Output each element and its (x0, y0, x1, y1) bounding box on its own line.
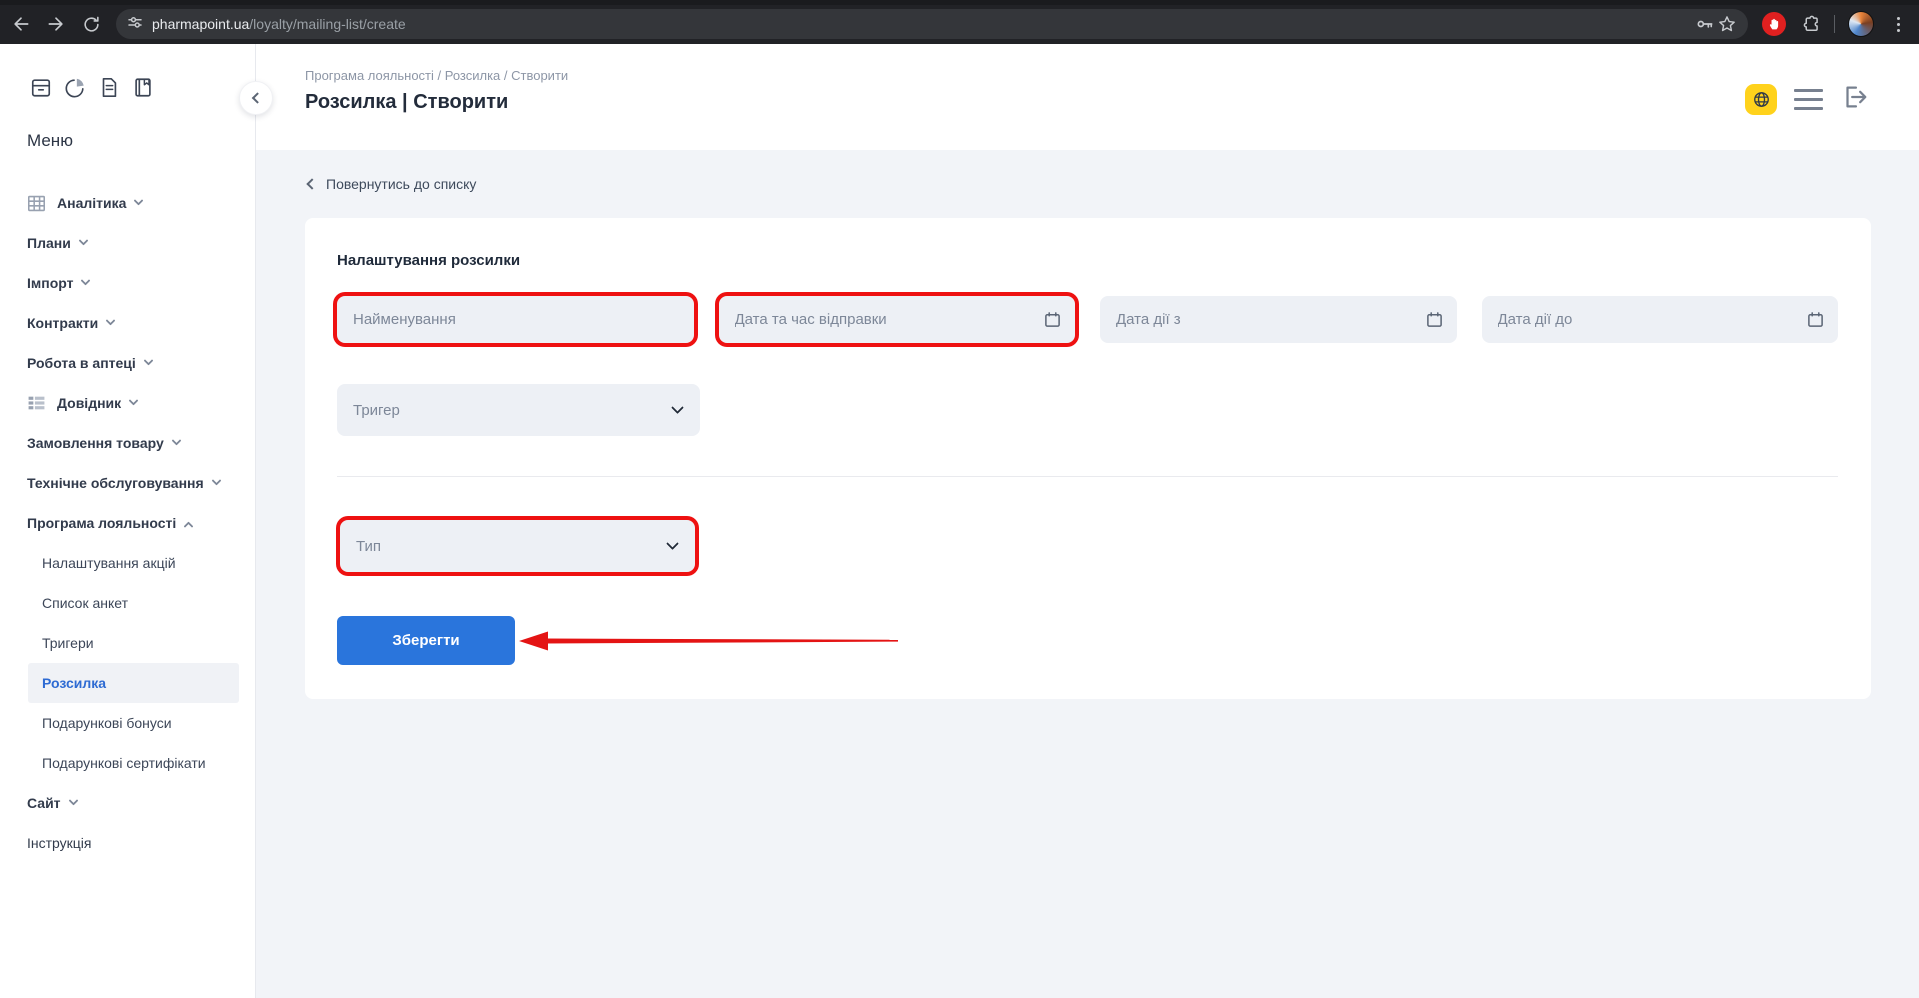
book-icon[interactable] (132, 76, 154, 99)
divider (337, 476, 1838, 477)
sidebar-item-site[interactable]: Сайт (0, 783, 255, 823)
address-bar[interactable]: pharmapoint.ua/loyalty/mailing-list/crea… (116, 9, 1748, 39)
sidebar-item-questionnaire-list[interactable]: Список анкет (28, 583, 239, 623)
chevron-up-icon (184, 521, 194, 531)
extensions-puzzle-icon[interactable] (1799, 13, 1821, 35)
profile-avatar[interactable] (1848, 11, 1874, 37)
bookmark-star-icon[interactable] (1716, 13, 1738, 35)
date-from-input[interactable] (1116, 311, 1418, 328)
mailing-settings-card: Налаштування розсилки (305, 218, 1871, 699)
chevron-down-icon (129, 395, 139, 405)
chevron-down-icon (81, 275, 91, 285)
page-title: Розсилка | Створити (305, 91, 1919, 114)
sidebar-item-analytics[interactable]: Аналітика (0, 183, 255, 223)
sidebar-collapse-button[interactable] (239, 81, 273, 115)
hamburger-menu-icon[interactable] (1794, 89, 1823, 110)
sidebar-item-import[interactable]: Імпорт (0, 263, 255, 303)
date-from-field[interactable] (1100, 296, 1457, 343)
chevron-down-icon (671, 401, 684, 414)
menu-title: Меню (0, 99, 255, 151)
app-header: Програма лояльності / Розсилка / Створит… (256, 44, 1919, 150)
chevron-down-icon (134, 195, 144, 205)
forward-icon[interactable] (45, 13, 67, 35)
chevron-down-icon (666, 537, 679, 550)
chevron-down-icon (78, 235, 88, 245)
chevron-down-icon (106, 315, 116, 325)
trigger-select[interactable]: Тригер (337, 384, 700, 436)
chevron-left-icon (306, 178, 317, 189)
send-datetime-field[interactable] (719, 296, 1076, 343)
back-icon[interactable] (10, 13, 32, 35)
adblock-extension-icon[interactable] (1762, 12, 1786, 36)
chevron-down-icon (143, 355, 153, 365)
sidebar-item-gift-bonuses[interactable]: Подарункові бонуси (28, 703, 239, 743)
browser-toolbar: pharmapoint.ua/loyalty/mailing-list/crea… (0, 0, 1919, 44)
sidebar-item-directory[interactable]: Довідник (0, 383, 255, 423)
sidebar-item-goods-order[interactable]: Замовлення товару (0, 423, 255, 463)
site-settings-icon[interactable] (126, 13, 144, 36)
table-grid-icon (27, 194, 49, 212)
sidebar-item-promo-settings[interactable]: Налаштування акцій (28, 543, 239, 583)
date-to-field[interactable] (1482, 296, 1839, 343)
sidebar-item-mailing[interactable]: Розсилка (28, 663, 239, 703)
annotation-arrow (518, 629, 900, 653)
calendar-icon[interactable] (1044, 311, 1061, 328)
globe-icon (1752, 90, 1771, 109)
date-to-input[interactable] (1498, 311, 1800, 328)
type-select[interactable]: Тип (340, 520, 695, 572)
back-to-list-link[interactable]: Повернутись до списку (308, 176, 1871, 192)
pie-chart-icon[interactable] (64, 76, 86, 99)
logout-icon[interactable] (1840, 82, 1870, 117)
reload-icon[interactable] (80, 13, 102, 35)
browser-menu-icon[interactable] (1887, 13, 1909, 35)
sidebar-item-instruction[interactable]: Інструкція (0, 823, 255, 863)
sidebar-item-gift-certificates[interactable]: Подарункові сертифікати (28, 743, 239, 783)
sidebar-item-loyalty-program[interactable]: Програма лояльності (0, 503, 255, 543)
send-datetime-input[interactable] (735, 311, 1037, 328)
name-input[interactable] (353, 311, 680, 328)
save-button[interactable]: Зберегти (337, 616, 515, 665)
sidebar-item-plans[interactable]: Плани (0, 223, 255, 263)
content-area: Повернутись до списку Налаштування розси… (256, 150, 1919, 998)
sidebar: Меню Аналітика Плани Імпорт Контракти (0, 44, 256, 998)
language-globe-button[interactable] (1745, 84, 1777, 115)
sidebar-item-maintenance[interactable]: Технічне обслуговування (0, 463, 255, 503)
password-key-icon[interactable] (1694, 13, 1716, 35)
toolbar-divider (1834, 15, 1835, 33)
chevron-left-icon (252, 92, 263, 103)
sidebar-item-pharmacy-work[interactable]: Робота в аптеці (0, 343, 255, 383)
name-field[interactable] (337, 296, 694, 343)
chevron-down-icon (171, 435, 181, 445)
section-title: Налаштування розсилки (337, 252, 1838, 269)
sidebar-item-contracts[interactable]: Контракти (0, 303, 255, 343)
calendar-icon[interactable] (1807, 311, 1824, 328)
calendar-icon[interactable] (1426, 311, 1443, 328)
chevron-down-icon (211, 475, 221, 485)
chevron-down-icon (68, 795, 78, 805)
breadcrumb: Програма лояльності / Розсилка / Створит… (305, 68, 1919, 83)
sidebar-item-triggers[interactable]: Тригери (28, 623, 239, 663)
document-icon[interactable] (98, 76, 120, 99)
url-text: pharmapoint.ua/loyalty/mailing-list/crea… (152, 16, 1694, 32)
list-rows-icon (27, 394, 49, 412)
archive-box-icon[interactable] (30, 76, 52, 99)
